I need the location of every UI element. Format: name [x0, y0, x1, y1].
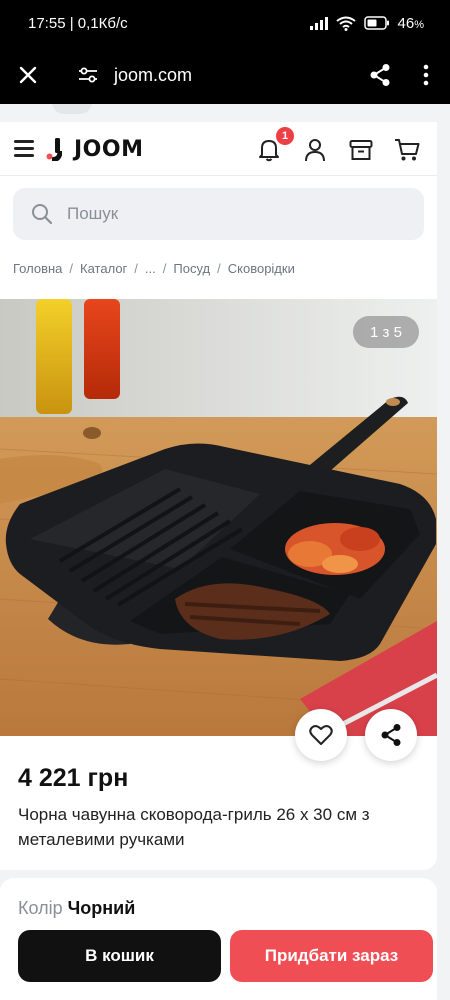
notification-badge: 1: [276, 127, 294, 145]
breadcrumb-cookware[interactable]: Посуд: [173, 261, 210, 276]
color-option[interactable]: Колір Чорний: [18, 898, 135, 919]
site-settings-button[interactable]: [62, 46, 114, 104]
browser-share-button[interactable]: [354, 46, 406, 104]
browser-toolbar: joom.com: [0, 46, 450, 104]
image-counter: 1 з 5: [353, 316, 419, 348]
tune-icon: [79, 67, 97, 83]
cart-button[interactable]: [390, 133, 424, 167]
breadcrumb: Головна / Каталог / ... / Посуд / Сковор…: [13, 261, 295, 276]
share-icon: [370, 64, 390, 86]
archive-box-icon: [349, 140, 373, 160]
status-icons: 46%: [309, 14, 424, 32]
orders-button[interactable]: [344, 133, 378, 167]
close-tab-button[interactable]: [0, 46, 56, 104]
brand-name: JOOM: [74, 136, 144, 162]
heart-icon: [309, 725, 333, 745]
product-page: JOOM 1 Головна / Каталог / ... / Посуд /…: [0, 122, 437, 870]
status-time: 17:55 | 0,1Кб/с: [28, 14, 128, 32]
add-to-favorites-button[interactable]: [295, 709, 347, 761]
breadcrumb-ellipsis[interactable]: ...: [145, 261, 156, 276]
search-input[interactable]: [67, 204, 367, 224]
product-image-gallery[interactable]: 1 з 5: [0, 299, 437, 736]
cart-icon: [395, 139, 420, 161]
breadcrumb-separator: /: [162, 261, 167, 276]
share-icon: [381, 724, 401, 746]
color-label: Колір: [18, 898, 63, 918]
add-to-cart-button[interactable]: В кошик: [18, 930, 221, 982]
menu-icon[interactable]: [14, 140, 34, 157]
breadcrumb-pans[interactable]: Сковорідки: [228, 261, 295, 276]
user-icon: [305, 139, 325, 162]
more-vertical-icon: [423, 64, 429, 86]
breadcrumb-separator: /: [134, 261, 138, 276]
product-price: 4 221 грн: [18, 764, 129, 792]
battery-level: 46%: [397, 14, 424, 32]
breadcrumb-separator: /: [69, 261, 74, 276]
browser-menu-button[interactable]: [406, 46, 446, 104]
color-value: Чорний: [67, 898, 136, 918]
share-product-button[interactable]: [365, 709, 417, 761]
close-icon: [19, 66, 37, 84]
search-icon: [32, 204, 53, 225]
breadcrumb-catalog[interactable]: Каталог: [80, 261, 127, 276]
wifi-icon: [335, 16, 356, 31]
joom-logo-mark: [46, 138, 62, 161]
breadcrumb-separator: /: [217, 261, 221, 276]
search-bar[interactable]: [13, 188, 424, 240]
scrolled-banner-remnant: [0, 104, 450, 122]
cellular-signal-icon: [309, 16, 328, 30]
url-text[interactable]: joom.com: [114, 65, 354, 86]
status-bar: 17:55 | 0,1Кб/с 46%: [0, 0, 450, 46]
battery-icon: [363, 16, 389, 30]
profile-button[interactable]: [298, 133, 332, 167]
bell-icon: [259, 140, 279, 162]
product-photo: [0, 299, 437, 736]
notifications-button[interactable]: 1: [252, 127, 294, 167]
product-title: Чорна чавунна сковорода-гриль 26 х 30 см…: [18, 805, 370, 849]
joom-logo[interactable]: JOOM: [46, 136, 143, 162]
buy-now-button[interactable]: Придбати зараз: [230, 930, 433, 982]
breadcrumb-home[interactable]: Головна: [13, 261, 62, 276]
site-header: JOOM 1: [0, 122, 437, 176]
